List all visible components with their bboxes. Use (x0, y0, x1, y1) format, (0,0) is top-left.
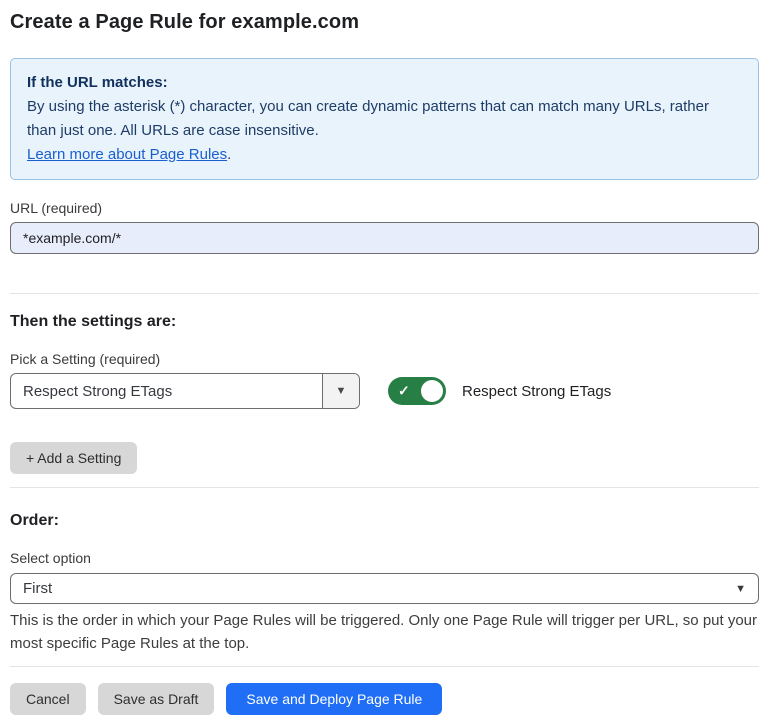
order-select-label: Select option (10, 550, 759, 566)
setting-select[interactable]: Respect Strong ETags ▼ (10, 373, 360, 409)
order-select-value: First (23, 580, 52, 597)
setting-toggle[interactable]: ✓ (388, 377, 446, 405)
settings-section-heading: Then the settings are: (10, 312, 759, 331)
section-divider (10, 293, 759, 294)
check-icon: ✓ (398, 383, 410, 400)
info-box-heading: If the URL matches: (27, 71, 742, 95)
setting-picker-label: Pick a Setting (required) (10, 351, 759, 367)
setting-select-arrow-button[interactable]: ▼ (322, 374, 359, 408)
footer-divider (10, 666, 759, 667)
url-match-info-box: If the URL matches: By using the asteris… (10, 58, 759, 180)
info-box-body: By using the asterisk (*) character, you… (27, 95, 742, 143)
save-and-deploy-button[interactable]: Save and Deploy Page Rule (226, 683, 442, 715)
page-title: Create a Page Rule for example.com (10, 10, 759, 35)
order-select[interactable]: First ▼ (10, 573, 759, 604)
chevron-down-icon: ▼ (336, 385, 347, 397)
setting-select-value: Respect Strong ETags (11, 374, 322, 408)
chevron-down-icon: ▼ (735, 583, 746, 595)
info-box-link-line: Learn more about Page Rules. (27, 143, 742, 167)
link-suffix: . (227, 146, 231, 163)
cancel-button[interactable]: Cancel (10, 683, 86, 715)
setting-row: Respect Strong ETags ▼ ✓ Respect Strong … (10, 373, 759, 409)
footer-actions: Cancel Save as Draft Save and Deploy Pag… (10, 683, 759, 715)
add-setting-button[interactable]: + Add a Setting (10, 442, 137, 474)
url-input[interactable] (10, 222, 759, 254)
setting-toggle-label: Respect Strong ETags (462, 383, 611, 400)
order-help-text: This is the order in which your Page Rul… (10, 609, 759, 655)
order-section-heading: Order: (10, 511, 759, 530)
toggle-knob (421, 380, 443, 402)
save-as-draft-button[interactable]: Save as Draft (98, 683, 215, 715)
section-divider (10, 487, 759, 488)
page-rule-form: Create a Page Rule for example.com If th… (0, 10, 769, 715)
learn-more-link[interactable]: Learn more about Page Rules (27, 146, 227, 163)
url-field-label: URL (required) (10, 200, 759, 216)
